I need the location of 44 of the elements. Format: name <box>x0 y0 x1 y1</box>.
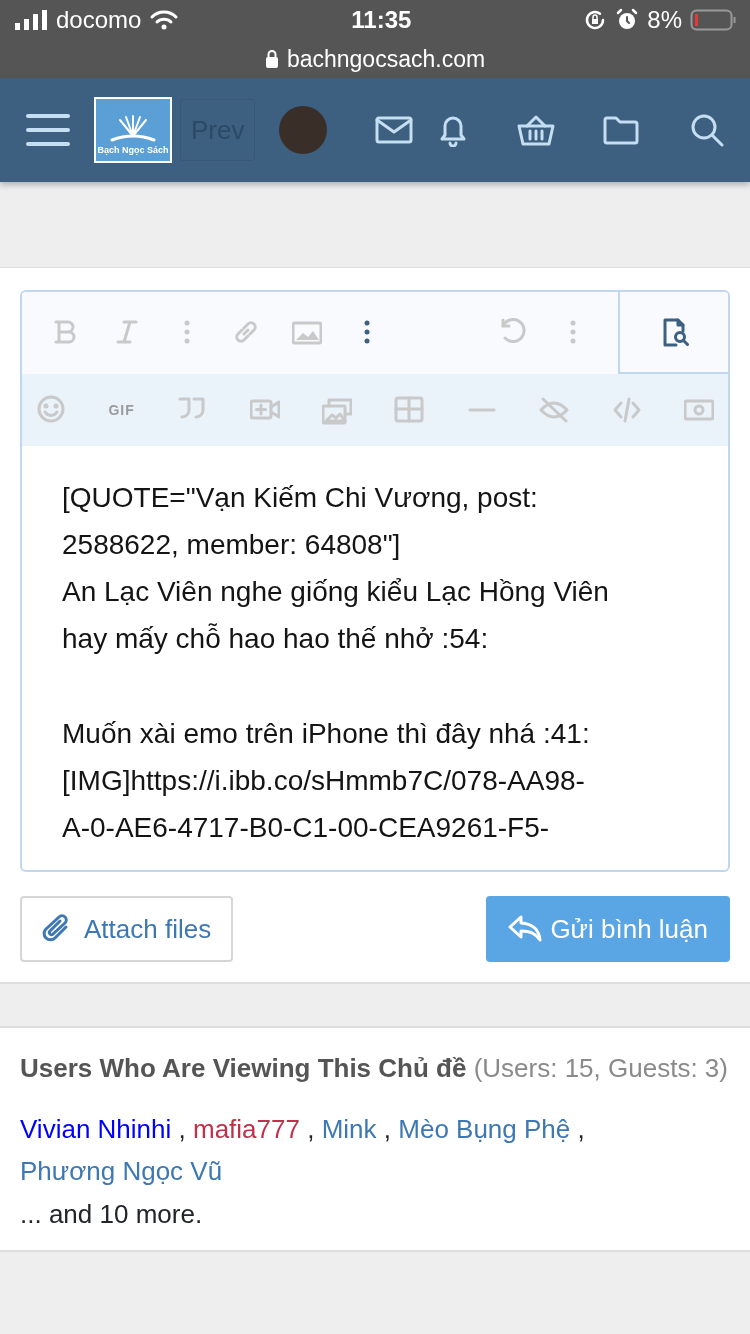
site-logo[interactable]: Bạch Ngọc Sách <box>94 97 172 163</box>
separator-comma: , <box>307 1114 315 1144</box>
viewers-title: Users Who Are Viewing This Chủ đề <box>20 1053 467 1083</box>
smiley-icon[interactable] <box>36 395 66 425</box>
text-line: 2588622, member: 64808"] <box>62 528 402 562</box>
text-line: [IMG]https://i.ibb.co/sHmmb7C/078-AA98- <box>62 764 586 798</box>
alarm-icon <box>615 8 640 32</box>
lock-icon <box>264 49 279 69</box>
text-line: Muốn xài emo trên iPhone thì đây nhá :41: <box>62 717 591 751</box>
separator-comma: , <box>178 1114 186 1144</box>
battery-percent: 8% <box>647 5 682 35</box>
code-icon[interactable] <box>611 395 642 425</box>
table-icon[interactable] <box>394 395 425 425</box>
logo-text: Bạch Ngọc Sách <box>97 143 169 157</box>
eye-slash-icon[interactable] <box>539 395 570 425</box>
separator-comma: , <box>577 1114 585 1144</box>
book-icon <box>108 113 158 144</box>
status-time: 11:35 <box>351 5 412 35</box>
search-icon[interactable] <box>690 113 724 147</box>
signal-icon <box>14 9 48 31</box>
wifi-icon <box>149 9 180 31</box>
user-link[interactable]: Phương Ngọc Vũ <box>20 1156 223 1186</box>
user-link[interactable]: Mink <box>321 1114 377 1144</box>
menu-icon[interactable] <box>26 112 70 148</box>
separator-comma: , <box>383 1114 392 1144</box>
text-line: A-0-AE6-4717-B0-C1-00-CEA9261-F5- <box>62 811 551 845</box>
attach-files-button[interactable]: Attach files <box>20 896 234 962</box>
text-line: An Lạc Viên nghe giống kiểu Lạc Hồng Viên <box>62 575 610 609</box>
basket-icon[interactable] <box>517 114 556 146</box>
battery-icon <box>690 8 736 32</box>
address-url: bachngocsach.com <box>286 44 486 74</box>
user-link[interactable]: Mèo Bụng Phệ <box>398 1114 571 1144</box>
folder-icon[interactable] <box>603 115 640 145</box>
submit-button[interactable]: Gửi bình luận <box>486 896 730 962</box>
user-link[interactable]: mafia777 <box>193 1114 300 1144</box>
user-link[interactable]: Vivian Nhinhi <box>20 1114 172 1144</box>
text-line: hay mấy chỗ hao hao thế nhở :54: <box>62 622 490 656</box>
text-line: [QUOTE="Vạn Kiếm Chi Vương, post: <box>62 481 539 515</box>
viewers-count: (Users: 15, Guests: 3) <box>473 1053 728 1083</box>
more-users-text: ... and 10 more. <box>20 1198 204 1231</box>
gif-button[interactable]: GIF <box>108 399 135 421</box>
carrier-name: docomo <box>56 5 142 35</box>
avatar[interactable] <box>279 106 328 154</box>
mail-icon[interactable] <box>375 116 414 144</box>
